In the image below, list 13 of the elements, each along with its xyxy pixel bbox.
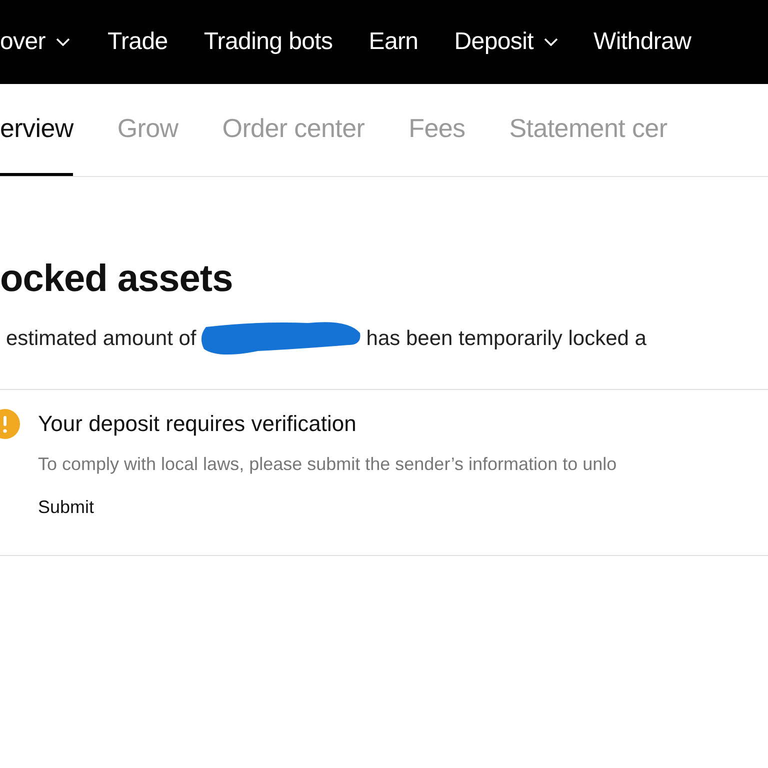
page-heading: ocked assets: [0, 257, 234, 301]
nav-item[interactable]: Withdraw: [594, 28, 692, 56]
alert-title: Your deposit requires verification: [38, 411, 356, 437]
tab[interactable]: erview: [0, 84, 74, 176]
notice-text: estimated amount of: [6, 327, 196, 351]
nav-item[interactable]: over: [0, 28, 70, 56]
nav-item[interactable]: Deposit: [454, 28, 558, 56]
notice-text: has been temporarily locked a: [366, 327, 646, 351]
alert-message: To comply with local laws, please submit the sender’s information to unlo: [38, 454, 618, 475]
nav-item[interactable]: Trade: [108, 28, 168, 56]
nav-item[interactable]: Trading bots: [204, 28, 333, 56]
nav-item[interactable]: Earn: [368, 28, 418, 56]
submit-button[interactable]: Submit: [38, 497, 94, 518]
